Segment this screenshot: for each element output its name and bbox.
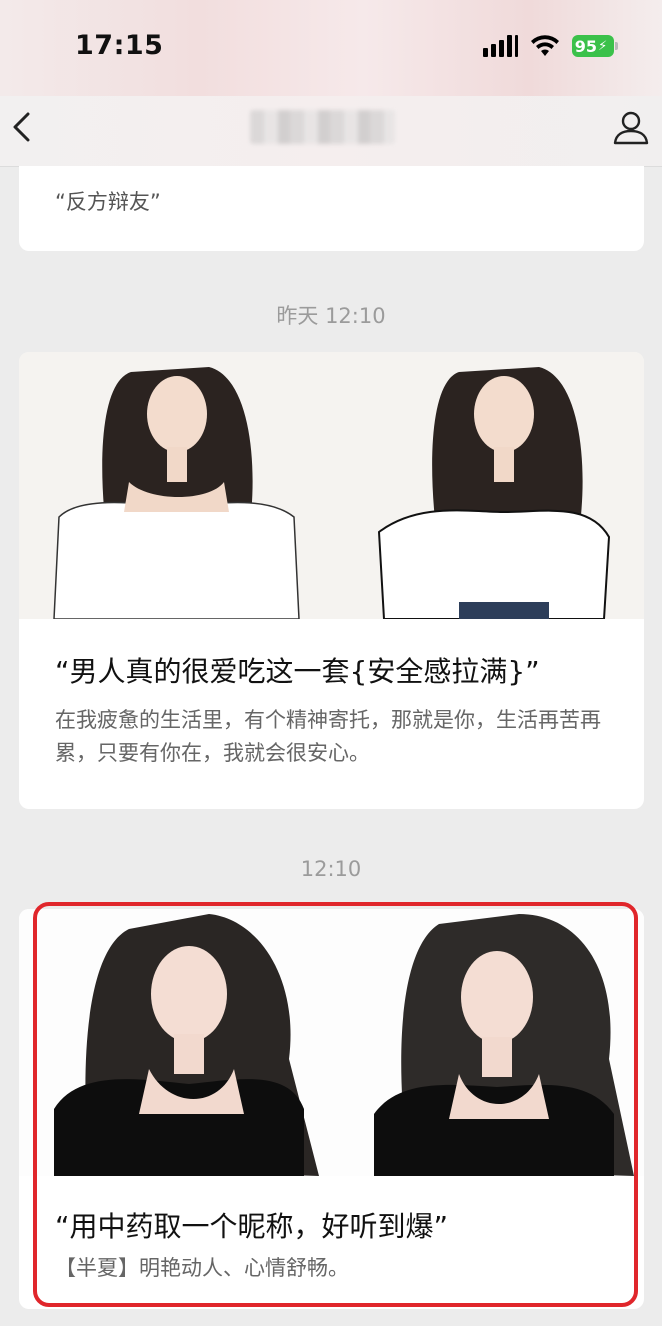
article-title: “反方辩友” [55, 190, 161, 214]
cellular-signal-icon [483, 35, 519, 57]
article-title: “用中药取一个昵称，好听到爆” [55, 1210, 449, 1243]
status-time: 17:15 [75, 30, 164, 61]
battery-level: 95 [574, 36, 598, 56]
message-timestamp: 12:10 [300, 857, 362, 881]
article-card[interactable]: “反方辩友” [19, 166, 644, 251]
article-description: 在我疲惫的生活里，有个精神寄托，那就是你，生活再苦再累，只要有你在，我就会很安心… [55, 708, 601, 765]
chevron-left-icon[interactable] [10, 110, 34, 144]
nav-bar [0, 96, 662, 167]
chat-title-redacted [250, 110, 395, 144]
battery-indicator: 95 ⚡ [572, 35, 614, 57]
article-card[interactable]: “用中药取一个昵称，好听到爆” 【半夏】明艳动人、心情舒畅。 [19, 909, 644, 1309]
message-timestamp: 昨天 12:10 [276, 304, 386, 328]
wifi-icon [531, 35, 559, 56]
person-icon[interactable] [612, 108, 650, 146]
article-title: “男人真的很爱吃这一套{安全感拉满}” [55, 655, 540, 688]
article-cover-image [19, 909, 644, 1176]
status-bar: 17:15 95 ⚡ [0, 0, 662, 96]
battery-cap [615, 42, 618, 50]
charging-bolt-icon: ⚡ [598, 38, 608, 54]
article-description: 【半夏】明艳动人、心情舒畅。 [55, 1256, 349, 1280]
article-card[interactable]: “男人真的很爱吃这一套{安全感拉满}” 在我疲惫的生活里，有个精神寄托，那就是你… [19, 352, 644, 809]
article-cover-image [19, 352, 644, 619]
